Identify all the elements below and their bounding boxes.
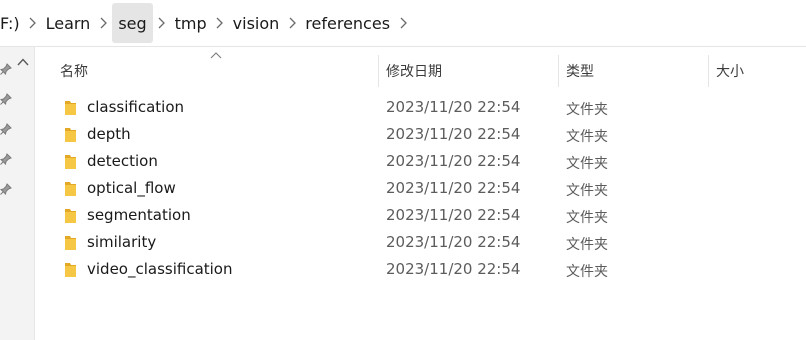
column-divider[interactable]: [378, 55, 379, 87]
chevron-right-icon[interactable]: [153, 3, 171, 43]
item-date: 2023/11/20 22:54: [386, 206, 521, 224]
breadcrumb-drive[interactable]: F:): [0, 3, 24, 43]
item-name: video_classification: [87, 260, 233, 278]
pin-icon[interactable]: [0, 153, 12, 165]
chevron-right-icon[interactable]: [394, 3, 412, 43]
chevron-right-icon[interactable]: [94, 3, 112, 43]
folder-icon: [65, 101, 76, 115]
file-list: classification 2023/11/20 22:54 文件夹 dept…: [35, 95, 806, 284]
list-item[interactable]: video_classification 2023/11/20 22:54 文件…: [35, 257, 806, 284]
pin-icon[interactable]: [0, 93, 12, 105]
item-date: 2023/11/20 22:54: [386, 179, 521, 197]
chevron-right-icon[interactable]: [211, 3, 229, 43]
folder-icon: [65, 263, 76, 277]
navigation-pane[interactable]: [0, 47, 35, 340]
item-type: 文件夹: [566, 102, 608, 118]
column-header-name[interactable]: 名称: [60, 47, 375, 95]
column-header-type[interactable]: 类型: [566, 47, 706, 95]
folder-icon: [65, 182, 76, 196]
column-headers: 名称 修改日期 类型 大小: [35, 47, 806, 95]
column-divider[interactable]: [558, 55, 559, 87]
breadcrumb-vision[interactable]: vision: [229, 3, 284, 43]
pin-icon[interactable]: [0, 63, 12, 75]
item-date: 2023/11/20 22:54: [386, 152, 521, 170]
list-item[interactable]: detection 2023/11/20 22:54 文件夹: [35, 149, 806, 176]
list-item[interactable]: segmentation 2023/11/20 22:54 文件夹: [35, 203, 806, 230]
item-type: 文件夹: [566, 129, 608, 145]
breadcrumb-seg[interactable]: seg: [112, 3, 153, 43]
folder-icon: [65, 155, 76, 169]
chevron-right-icon[interactable]: [24, 3, 42, 43]
item-name: depth: [87, 125, 131, 143]
item-type: 文件夹: [566, 183, 608, 199]
item-name: segmentation: [87, 206, 191, 224]
item-name: classification: [87, 98, 185, 116]
column-header-date[interactable]: 修改日期: [386, 47, 556, 95]
item-type: 文件夹: [566, 210, 608, 226]
item-date: 2023/11/20 22:54: [386, 125, 521, 143]
pin-icon[interactable]: [0, 183, 12, 195]
breadcrumb-tmp[interactable]: tmp: [171, 3, 211, 43]
scroll-up-icon[interactable]: [17, 57, 29, 67]
pin-icon[interactable]: [0, 123, 12, 135]
item-date: 2023/11/20 22:54: [386, 233, 521, 251]
column-divider[interactable]: [708, 55, 709, 87]
item-date: 2023/11/20 22:54: [386, 260, 521, 278]
breadcrumb-learn[interactable]: Learn: [42, 3, 95, 43]
item-type: 文件夹: [566, 156, 608, 172]
list-item[interactable]: depth 2023/11/20 22:54 文件夹: [35, 122, 806, 149]
column-header-size[interactable]: 大小: [716, 47, 796, 95]
folder-icon: [65, 209, 76, 223]
list-item[interactable]: classification 2023/11/20 22:54 文件夹: [35, 95, 806, 122]
item-type: 文件夹: [566, 264, 608, 280]
address-bar[interactable]: F:) Learn seg tmp vision references: [0, 0, 806, 47]
chevron-right-icon[interactable]: [283, 3, 301, 43]
item-date: 2023/11/20 22:54: [386, 98, 521, 116]
folder-icon: [65, 236, 76, 250]
item-name: similarity: [87, 233, 157, 251]
item-name: detection: [87, 152, 158, 170]
item-name: optical_flow: [87, 179, 176, 197]
breadcrumb-references[interactable]: references: [301, 3, 394, 43]
folder-icon: [65, 128, 76, 142]
list-item[interactable]: optical_flow 2023/11/20 22:54 文件夹: [35, 176, 806, 203]
list-item[interactable]: similarity 2023/11/20 22:54 文件夹: [35, 230, 806, 257]
item-type: 文件夹: [566, 237, 608, 253]
